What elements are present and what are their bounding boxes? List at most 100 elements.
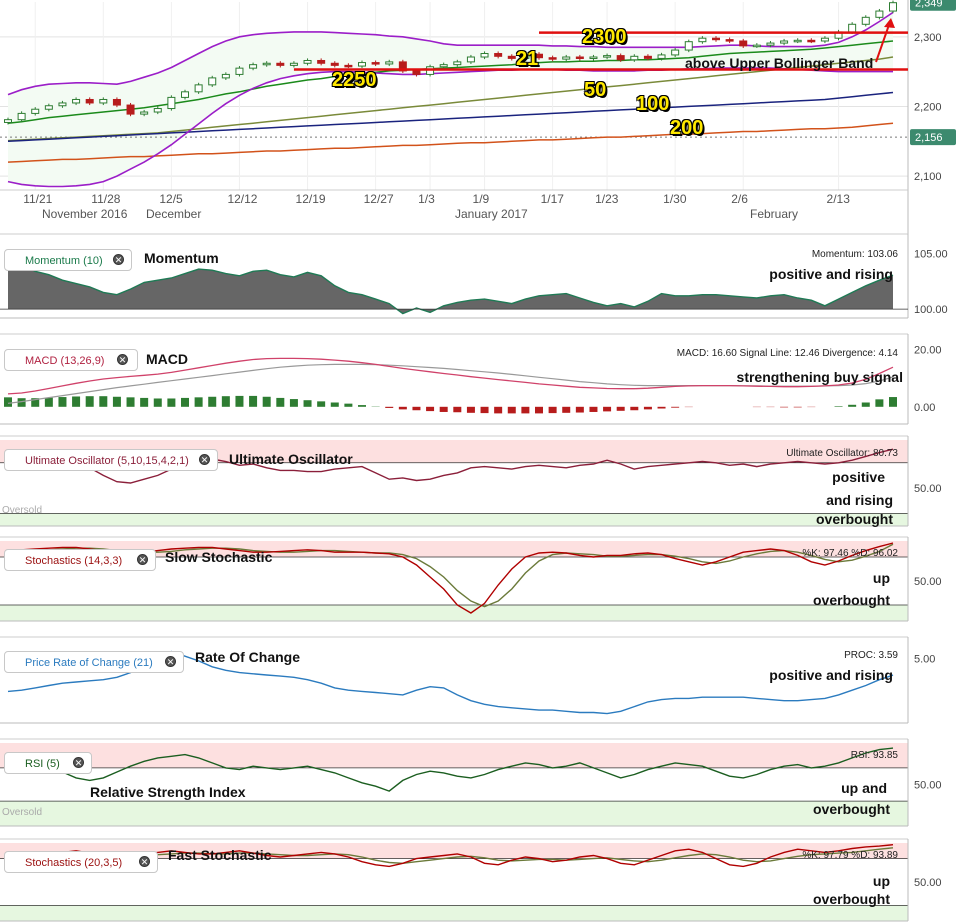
fast-stochastic-note-1: up xyxy=(872,873,890,889)
macd-histogram-bar xyxy=(426,406,435,412)
candle-body xyxy=(167,96,176,110)
rate-of-change-title: Rate Of Change xyxy=(195,649,301,665)
bollinger-annotation: above Upper Bollinger Band xyxy=(685,55,874,71)
macd-histogram-bar xyxy=(208,396,217,407)
macd-histogram-bar xyxy=(507,406,516,414)
price-x-tick-label: 11/21 xyxy=(23,192,52,206)
candle-body xyxy=(303,59,312,64)
ultimate-title: Ultimate Oscillator xyxy=(229,451,353,467)
chip-rate-of-change[interactable]: Price Rate of Change (21) ✕ xyxy=(4,651,184,673)
price-x-tick-label: 11/28 xyxy=(91,192,120,206)
close-icon[interactable]: ✕ xyxy=(117,354,128,365)
macd-histogram-bar xyxy=(657,406,666,409)
macd-histogram-bar xyxy=(589,406,598,412)
chip-slow-stochastic[interactable]: Stochastics (14,3,3) ✕ xyxy=(4,549,156,571)
macd-histogram-bar xyxy=(521,406,530,414)
candle-body xyxy=(385,61,394,65)
rsi-readout: RSI: 93.85 xyxy=(850,750,898,761)
macd-histogram-bar xyxy=(85,396,94,407)
chip-rsi-label: RSI (5) xyxy=(25,758,60,770)
close-icon[interactable]: ✕ xyxy=(165,656,176,667)
macd-histogram-bar xyxy=(221,396,230,407)
candle-body xyxy=(99,98,108,104)
macd-readout: MACD: 16.60 Signal Line: 12.46 Divergenc… xyxy=(676,348,898,359)
candle-body xyxy=(507,55,516,59)
macd-histogram-bar xyxy=(58,397,67,407)
macd-title: MACD xyxy=(146,351,188,367)
close-icon[interactable]: ✕ xyxy=(113,254,124,265)
candle-body xyxy=(181,91,189,98)
candle-body xyxy=(766,42,775,46)
close-icon[interactable]: ✕ xyxy=(139,856,150,867)
slow-stochastic-note-1: up xyxy=(872,570,890,586)
macd-histogram-bar xyxy=(480,406,489,414)
macd-y-tick-label: 20.00 xyxy=(914,344,942,356)
candle-body xyxy=(889,2,897,12)
macd-histogram-bar xyxy=(466,406,475,413)
momentum-area xyxy=(8,262,893,314)
chip-fast-stochastic-label: Stochastics (20,3,5) xyxy=(25,857,123,869)
macd-histogram-bar xyxy=(194,397,203,407)
price-x-tick-label: 1/23 xyxy=(595,192,619,206)
macd-histogram-bar xyxy=(834,406,843,407)
macd-histogram-bar xyxy=(99,396,108,407)
candle-body xyxy=(412,70,421,75)
candle-body xyxy=(235,67,244,75)
macd-histogram-bar xyxy=(575,406,584,413)
label-ma200: 200 xyxy=(670,117,704,139)
candle-body xyxy=(262,62,271,66)
candle-body xyxy=(344,64,353,68)
candle-body xyxy=(575,56,584,60)
price-period-label: December xyxy=(146,207,201,221)
candle-body xyxy=(371,62,380,65)
macd-histogram-bar xyxy=(303,400,312,407)
macd-histogram-bar xyxy=(780,406,789,408)
candle-body xyxy=(17,112,26,121)
candle-body xyxy=(820,37,829,42)
candle-body xyxy=(875,10,884,18)
rate_of_change-y-tick-label: 5.00 xyxy=(914,654,935,666)
macd-histogram-bar xyxy=(875,399,884,407)
candle-body xyxy=(85,98,94,104)
slow_stochastic-oversold-zone xyxy=(0,605,908,621)
macd-histogram-bar xyxy=(44,397,53,407)
candle-body xyxy=(317,59,326,64)
candle-body xyxy=(739,40,748,47)
rate-of-change-note: positive and rising xyxy=(769,667,893,683)
slow_stochastic-y-tick-label: 50.00 xyxy=(914,576,942,588)
candle-body xyxy=(249,64,258,69)
candle-body xyxy=(603,55,612,58)
candle-body xyxy=(712,37,720,41)
candle-body xyxy=(562,56,571,60)
macd-histogram-bar xyxy=(385,406,394,408)
candle-body xyxy=(698,37,707,43)
candle-body xyxy=(58,102,67,107)
rsi-note-1: up and xyxy=(841,780,887,796)
price-level-label: 2,156 xyxy=(915,132,943,144)
chip-macd[interactable]: MACD (13,26,9) ✕ xyxy=(4,349,138,371)
slow-stochastic-title: Slow Stochastic xyxy=(165,549,273,565)
close-icon[interactable]: ✕ xyxy=(199,454,210,465)
macd-histogram-bar xyxy=(494,406,503,414)
chip-rsi[interactable]: RSI (5) ✕ xyxy=(4,752,92,774)
fast_stochastic-oversold-zone xyxy=(0,905,908,921)
rsi-oversold-label: Oversold xyxy=(2,807,42,818)
price-y-tick-label: 2,300 xyxy=(914,32,942,44)
candle-body xyxy=(807,39,816,43)
chip-ultimate[interactable]: Ultimate Oscillator (5,10,15,4,2,1) ✕ xyxy=(4,449,218,471)
candle-body xyxy=(112,98,121,106)
chip-momentum[interactable]: Momentum (10) ✕ xyxy=(4,249,132,271)
ultimate-y-tick-label: 50.00 xyxy=(914,483,942,495)
fast-stochastic-note-2: overbought xyxy=(813,891,890,907)
close-icon[interactable]: ✕ xyxy=(137,554,148,565)
macd-histogram-bar xyxy=(861,402,870,407)
chip-fast-stochastic[interactable]: Stochastics (20,3,5) ✕ xyxy=(4,851,158,873)
ultimate-readout: Ultimate Oscillator: 80.73 xyxy=(786,448,898,459)
ultimate-note-1: positive xyxy=(832,469,885,485)
candle-body xyxy=(671,49,680,56)
macd-histogram-bar xyxy=(126,397,135,407)
candle-body xyxy=(140,111,149,115)
candle-body xyxy=(548,57,557,60)
price-x-tick-label: 1/30 xyxy=(663,192,687,206)
close-icon[interactable]: ✕ xyxy=(73,757,84,768)
